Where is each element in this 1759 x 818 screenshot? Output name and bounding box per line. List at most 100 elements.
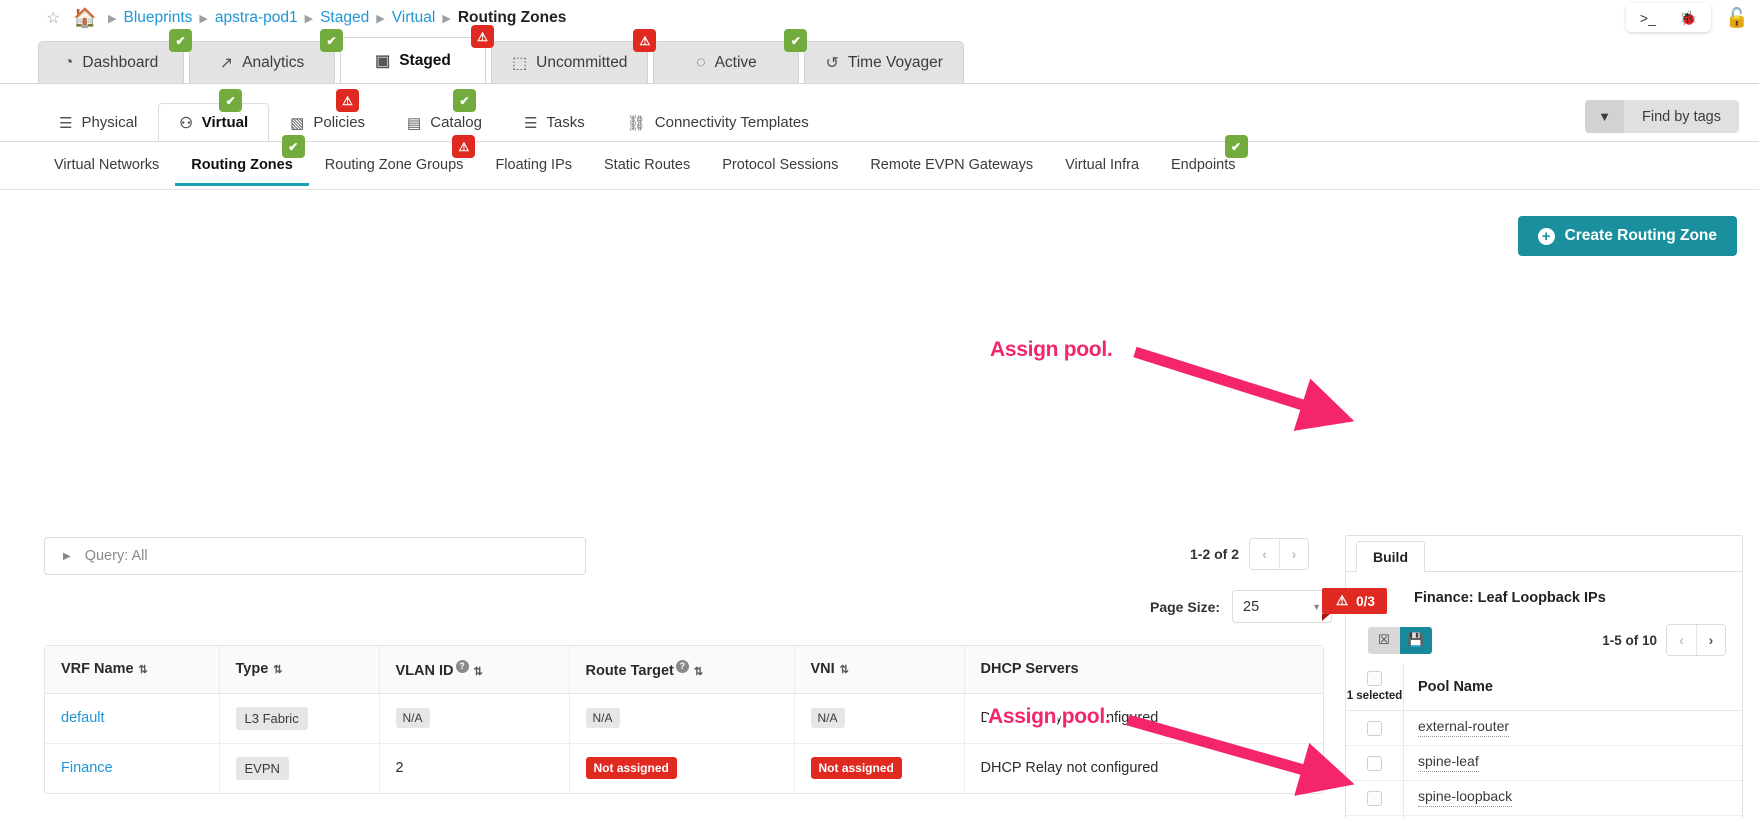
vrf-name-link[interactable]: Finance: [61, 760, 113, 776]
tab-virtual[interactable]: ⚇ Virtual ✔: [158, 89, 270, 141]
vrf-name-link[interactable]: default: [61, 710, 105, 726]
annotation-assign-pool-top: Assign pool.: [990, 338, 1113, 361]
tab-uncommitted[interactable]: ⬚ Uncommitted ⚠: [491, 29, 657, 83]
application-root: ☆ 🏠 ▶ Blueprints ▶ apstra-pod1 ▶ Staged …: [0, 0, 1759, 818]
row-select-cell: [1346, 746, 1404, 780]
tab-protocol-sessions[interactable]: Protocol Sessions: [706, 145, 854, 186]
tab-time-voyager[interactable]: ↺ Time Voyager: [804, 41, 964, 83]
tab-remote-evpn-gateways[interactable]: Remote EVPN Gateways: [854, 145, 1049, 186]
breadcrumb-item-apstra-pod1[interactable]: apstra-pod1: [215, 9, 298, 27]
tab-label: Analytics: [242, 53, 305, 71]
bug-icon[interactable]: 🐞: [1680, 11, 1697, 25]
cancel-button[interactable]: ☒: [1368, 626, 1400, 654]
breadcrumb-separator: ▶: [108, 12, 117, 25]
pool-name-link[interactable]: spine-leaf: [1418, 753, 1479, 772]
cell-vrf-name: default: [45, 693, 220, 744]
cell-dhcp-servers: DHCP Relay not configured: [964, 693, 1323, 744]
status-badge-ok: ✔: [320, 29, 343, 52]
tab-label: Catalog: [430, 114, 482, 131]
tab-routing-zones[interactable]: Routing Zones ✔: [175, 135, 309, 186]
unlock-padlock-icon[interactable]: 🔓: [1725, 6, 1749, 30]
find-by-tags-label: Find by tags: [1642, 108, 1721, 125]
ribbon-count: 0/3: [1356, 593, 1375, 609]
pool-pagination: 1-5 of 10 ‹ ›: [1602, 624, 1726, 656]
page-size-value: 25: [1243, 598, 1260, 615]
uncommitted-cubes-icon: ⬚: [512, 54, 528, 72]
column-header-dhcp-servers: DHCP Servers: [964, 646, 1323, 694]
active-dashed-cube-icon: ◌: [696, 53, 706, 71]
status-badge-ok: ✔: [1224, 135, 1248, 158]
pool-checkbox[interactable]: [1367, 790, 1382, 806]
type-badge: EVPN: [235, 756, 289, 780]
tab-virtual-networks[interactable]: Virtual Networks: [38, 145, 175, 186]
select-all-checkbox[interactable]: [1367, 671, 1382, 686]
column-header-vrf-name[interactable]: VRF Name ⇅: [45, 646, 220, 694]
column-header-vni[interactable]: VNI ⇅: [794, 646, 965, 694]
tab-label: Virtual Networks: [54, 157, 160, 173]
dashboard-icon: ◔: [63, 53, 74, 71]
tab-label: Floating IPs: [495, 157, 573, 173]
favorite-star-icon[interactable]: ☆: [46, 8, 60, 28]
header-label: Route Target: [585, 662, 674, 679]
tab-tasks[interactable]: ☰ Tasks: [503, 103, 606, 141]
tab-static-routes[interactable]: Static Routes: [588, 145, 706, 186]
pool-name-link[interactable]: external-router: [1418, 718, 1510, 737]
vlan-id-badge: N/A: [395, 708, 430, 729]
save-button[interactable]: 💾: [1400, 626, 1432, 654]
terminal-icon[interactable]: >_: [1640, 11, 1656, 25]
status-badge-ok: ✔: [169, 29, 192, 52]
pool-pagination-buttons: ‹ ›: [1666, 624, 1726, 656]
tab-label: Physical: [81, 114, 138, 131]
page-size-control: Page Size: 25 ▼: [1150, 590, 1333, 623]
pool-checkbox[interactable]: [1367, 755, 1382, 771]
tab-dashboard[interactable]: ◔ Dashboard ✔: [38, 29, 192, 83]
primary-tab-bar: ◔ Dashboard ✔ ↗ Analytics ✔ ▣ Staged ⚠ ⬚…: [0, 25, 1759, 84]
tab-staged[interactable]: ▣ Staged ⚠: [340, 25, 494, 83]
sort-icon: ⇅: [273, 664, 283, 677]
find-by-tags-button[interactable]: ▼ Find by tags: [1585, 100, 1739, 133]
column-header-vlan-id[interactable]: VLAN ID? ⇅: [379, 646, 570, 694]
tab-active[interactable]: ◌ Active ✔: [653, 29, 808, 83]
virtual-network-icon: ⚇: [179, 114, 193, 132]
breadcrumb-item-blueprints[interactable]: Blueprints: [123, 9, 192, 27]
next-page-button[interactable]: ›: [1279, 539, 1309, 569]
breadcrumb-separator: ▶: [199, 12, 208, 25]
top-right-toolbar: >_ 🐞 🔓: [1625, 3, 1749, 32]
clock-history-icon: ↺: [825, 54, 839, 72]
tab-virtual-infra[interactable]: Virtual Infra: [1049, 145, 1155, 186]
tab-label: Virtual: [201, 114, 249, 131]
tab-routing-zone-groups[interactable]: Routing Zone Groups ⚠: [309, 135, 480, 186]
pool-next-page-button[interactable]: ›: [1696, 625, 1725, 655]
breadcrumb-item-virtual[interactable]: Virtual: [392, 9, 436, 27]
pool-checkbox[interactable]: [1367, 720, 1382, 736]
prev-page-button[interactable]: ‹: [1250, 539, 1280, 569]
query-filter-input[interactable]: ▶ Query: All: [44, 537, 586, 575]
pool-prev-page-button[interactable]: ‹: [1667, 625, 1696, 655]
tab-physical[interactable]: ☰ Physical: [38, 103, 158, 141]
home-icon[interactable]: 🏠: [73, 6, 97, 30]
tab-floating-ips[interactable]: Floating IPs: [479, 145, 588, 186]
create-routing-zone-button[interactable]: + Create Routing Zone: [1517, 216, 1737, 256]
policy-shield-icon: ▧: [290, 114, 305, 132]
column-header-route-target[interactable]: Route Target? ⇅: [569, 646, 795, 694]
tab-build[interactable]: Build: [1356, 541, 1425, 572]
tab-analytics[interactable]: ↗ Analytics ✔: [189, 29, 343, 83]
breadcrumb-item-staged[interactable]: Staged: [320, 9, 369, 27]
pool-name-link[interactable]: spine-loopback: [1418, 788, 1513, 807]
tab-label: Staged: [399, 51, 451, 69]
breadcrumb-separator: ▶: [442, 12, 451, 25]
sort-icon: ⇅: [473, 665, 483, 678]
pool-table: 1 selected Pool Name external-router spi…: [1346, 664, 1742, 818]
pool-toolbar: ☒ 💾 1-5 of 10 ‹ ›: [1346, 614, 1742, 656]
tab-connectivity-templates[interactable]: ⛓ Connectivity Templates: [606, 103, 830, 141]
column-header-type[interactable]: Type ⇅: [219, 646, 380, 694]
create-button-label: Create Routing Zone: [1564, 227, 1717, 244]
page-size-select[interactable]: 25 ▼: [1232, 590, 1333, 623]
tab-catalog[interactable]: ▤ Catalog ✔: [386, 89, 503, 141]
help-icon[interactable]: ?: [455, 660, 469, 673]
tab-endpoints[interactable]: Endpoints ✔: [1155, 135, 1252, 186]
help-icon[interactable]: ?: [675, 660, 689, 673]
pagination-buttons: ‹ ›: [1249, 538, 1310, 570]
utility-icon-group: >_ 🐞: [1625, 3, 1712, 32]
tab-label: Routing Zones: [191, 157, 293, 173]
